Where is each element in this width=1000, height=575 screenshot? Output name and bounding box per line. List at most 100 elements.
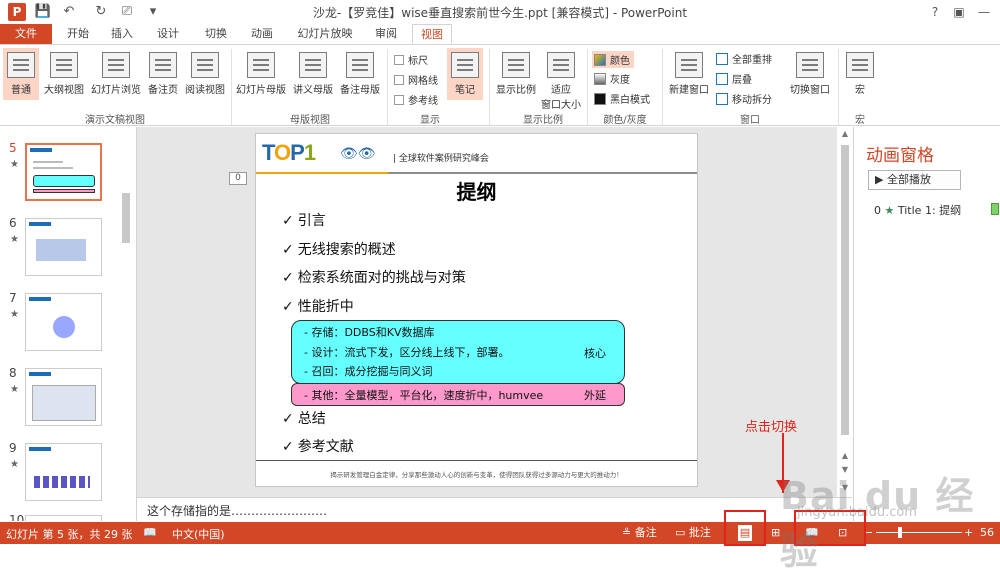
switch-windows-button[interactable]: 切换窗口: [787, 48, 833, 100]
tab-design[interactable]: 设计: [150, 24, 186, 44]
thumbnail-slide-6[interactable]: [25, 218, 102, 276]
guides-checkbox[interactable]: 参考线: [394, 92, 438, 107]
notes-master-button[interactable]: 备注母版: [337, 48, 383, 100]
bullet-item[interactable]: ✓ 检索系统面对的挑战与对策: [282, 267, 466, 287]
animation-item[interactable]: 0 ★ Title 1: 提纲: [874, 202, 961, 218]
tab-transitions[interactable]: 切换: [198, 24, 234, 44]
move-split-icon: [716, 93, 728, 105]
tab-view[interactable]: 视图: [412, 24, 452, 44]
tab-review[interactable]: 审阅: [368, 24, 404, 44]
checkmark-icon: ✓: [282, 411, 294, 427]
animation-timeline-bar: [991, 203, 999, 215]
help-button[interactable]: ?: [926, 3, 944, 21]
slide-sorter-button[interactable]: 幻灯片浏览: [88, 48, 144, 100]
bullet-item[interactable]: ✓ 性能折中: [282, 296, 354, 316]
ribbon-display-options-icon[interactable]: ▣: [950, 3, 968, 21]
box-line: - 设计：流式下发，区分线上线下，部署。: [304, 346, 510, 359]
slide-sorter-label: 幻灯片浏览: [91, 85, 141, 96]
checkmark-icon: ✓: [282, 270, 294, 286]
bullet-item[interactable]: ✓ 引言: [282, 210, 326, 230]
slide-sorter-icon: [102, 52, 130, 78]
ruler-checkbox[interactable]: 标尺: [394, 52, 428, 67]
grayscale-label: 灰度: [610, 75, 630, 86]
thumbnail-slide-9[interactable]: [25, 443, 102, 501]
thumbnail-slide-7[interactable]: [25, 293, 102, 351]
bullet-item[interactable]: ✓ 参考文献: [282, 436, 354, 456]
slide-title[interactable]: 提纲: [256, 176, 697, 205]
new-window-button[interactable]: 新建窗口: [666, 48, 712, 100]
tab-insert[interactable]: 插入: [104, 24, 140, 44]
footer-divider: [256, 460, 697, 461]
notes-text[interactable]: 这个存储指的是……………………: [147, 502, 327, 519]
thumbnail-slide-5[interactable]: [25, 143, 102, 201]
normal-view-button[interactable]: 普通: [3, 48, 39, 100]
color-swatch-icon: [594, 54, 606, 66]
comments-toggle-button[interactable]: ▭ 批注: [675, 524, 711, 542]
arrange-all-button[interactable]: 全部重排: [716, 51, 772, 66]
tab-slideshow[interactable]: 幻灯片放映: [294, 24, 356, 44]
thumbnail-slide-10[interactable]: [25, 515, 102, 521]
slide-sorter-status-icon[interactable]: ⊞: [771, 524, 780, 542]
animation-star-icon: ★: [10, 384, 19, 395]
slide-scrollbar[interactable]: ▲ ▲ ▼ ▼: [838, 127, 852, 497]
macros-label: 宏: [855, 85, 865, 96]
thumbnail-slide-8[interactable]: [25, 368, 102, 426]
highlight-box: [724, 510, 766, 546]
ribbon-separator: [231, 49, 232, 125]
scrollbar-thumb[interactable]: [841, 145, 849, 435]
animation-star-icon: ★: [10, 459, 19, 470]
organization-name: | 全球软件案例研究峰会: [393, 154, 489, 164]
notes-button[interactable]: 笔记: [447, 48, 483, 100]
macros-button[interactable]: 宏: [843, 48, 877, 100]
thumbnail-number: 9: [9, 441, 17, 455]
tab-file[interactable]: 文件: [0, 24, 52, 44]
thumbnail-scrollbar[interactable]: [120, 129, 132, 519]
thumb-chart: [32, 385, 96, 421]
tab-animations[interactable]: 动画: [244, 24, 280, 44]
notes-icon: [451, 52, 479, 78]
arrange-all-label: 全部重排: [732, 55, 772, 66]
handout-master-label: 讲义母版: [293, 85, 333, 96]
slide-master-button[interactable]: 幻灯片母版: [234, 48, 288, 100]
reading-view-button[interactable]: 阅读视图: [182, 48, 228, 100]
fit-label: 适应: [551, 85, 571, 96]
cascade-button[interactable]: 层叠: [716, 71, 752, 86]
outline-view-button[interactable]: 大纲视图: [41, 48, 87, 100]
gridlines-checkbox[interactable]: 网格线: [394, 72, 438, 87]
macros-icon: [846, 52, 874, 78]
spelling-check-icon[interactable]: 📖: [143, 526, 157, 539]
notes-page-button[interactable]: 备注页: [145, 48, 181, 100]
scrollbar-thumb[interactable]: [122, 193, 130, 243]
bullet-item[interactable]: ✓ 总结: [282, 408, 326, 428]
slide-thumbnail-pane[interactable]: 5 ★ 6 ★ 7 ★ 8 ★ 9 ★ 10: [0, 127, 137, 521]
handout-master-button[interactable]: 讲义母版: [290, 48, 336, 100]
minimize-button[interactable]: —: [975, 3, 993, 21]
group-label-window: 窗口: [740, 115, 760, 126]
switch-windows-icon: [796, 52, 824, 78]
thumbnail-number: 6: [9, 216, 17, 230]
bullet-item[interactable]: ✓ 无线搜索的概述: [282, 239, 396, 259]
tab-home[interactable]: 开始: [60, 24, 96, 44]
grayscale-button[interactable]: 灰度: [594, 71, 630, 86]
previous-slide-icon[interactable]: ▲: [838, 451, 852, 460]
play-all-button[interactable]: ▶ 全部播放: [868, 170, 961, 190]
animation-star-icon: ★: [10, 309, 19, 320]
scroll-up-icon[interactable]: ▲: [838, 129, 852, 138]
zoom-button[interactable]: 显示比例: [493, 48, 539, 100]
core-topics-box[interactable]: - 存储：DDBS和KV数据库 - 设计：流式下发，区分线上线下，部署。 - 召…: [291, 320, 625, 384]
language-status[interactable]: 中文(中国): [172, 526, 225, 542]
thumb-logo: [29, 222, 51, 226]
new-window-label: 新建窗口: [669, 85, 709, 96]
gridlines-label: 网格线: [408, 76, 438, 87]
black-white-button[interactable]: 黑白模式: [594, 91, 650, 106]
extension-topics-box[interactable]: - 其他：全量模型，平台化，速度折中，humvee 外延: [291, 383, 625, 406]
current-slide[interactable]: TOP1 👁👁 | 全球软件案例研究峰会 提纲 ✓ 引言 ✓ 无线搜索的概述 ✓ 检索…: [255, 133, 698, 487]
outline-view-icon: [50, 52, 78, 78]
fit-to-window-button[interactable]: 适应 窗口大小: [540, 48, 582, 111]
switch-windows-label: 切换窗口: [790, 85, 830, 96]
thumbnail-number: 5: [9, 141, 17, 155]
move-split-button[interactable]: 移动拆分: [716, 91, 772, 106]
color-button[interactable]: 颜色: [592, 51, 634, 68]
logo-letter: O: [274, 140, 291, 165]
notes-toggle-button[interactable]: ≗ 备注: [622, 524, 657, 542]
